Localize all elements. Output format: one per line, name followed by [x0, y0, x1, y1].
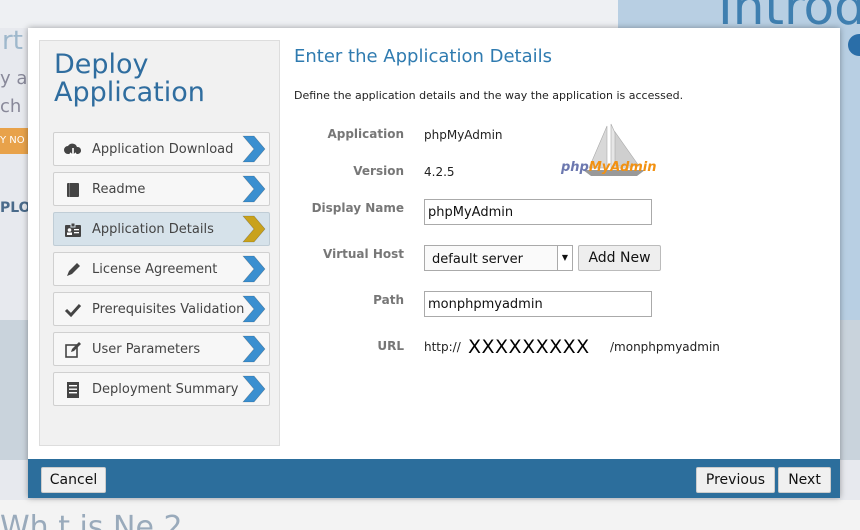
background-text: y a	[0, 68, 28, 89]
wizard-step-prerequisites-validation[interactable]: Prerequisites Validation	[53, 292, 270, 326]
wizard-sidebar: Deploy Application Application Download R…	[39, 40, 280, 446]
wizard-step-label: Readme	[92, 182, 146, 197]
application-label: Application	[327, 127, 404, 141]
wizard-title: Deploy Application	[54, 51, 224, 107]
id-card-icon	[64, 221, 82, 239]
virtual-host-label: Virtual Host	[323, 247, 404, 261]
url-suffix: /monphpmyadmin	[610, 340, 720, 354]
list-document-icon	[64, 381, 82, 399]
deploy-application-dialog: Deploy Application Application Download R…	[28, 28, 840, 498]
background-text: PLO	[0, 200, 31, 216]
checkmark-icon	[64, 301, 82, 319]
dialog-footer: Cancel Previous Next	[28, 459, 840, 498]
url-prefix: http://	[424, 340, 461, 354]
next-button[interactable]: Next	[778, 467, 831, 493]
wizard-step-label: License Agreement	[92, 262, 218, 277]
wizard-title-text: Deploy Application	[54, 49, 205, 108]
wizard-step-readme[interactable]: Readme	[53, 172, 270, 206]
wizard-step-label: Application Details	[92, 222, 214, 237]
chevron-right-icon	[240, 135, 266, 163]
logo-myadmin-text: MyAdmin	[588, 160, 657, 175]
url-label: URL	[377, 339, 404, 353]
background-text: rt	[2, 26, 23, 56]
application-value: phpMyAdmin	[424, 128, 503, 142]
wizard-step-label: Application Download	[92, 142, 234, 157]
path-input[interactable]: monphpmyadmin	[424, 291, 652, 317]
background-bottom-text: Wh t is Ne 2	[0, 510, 183, 530]
chevron-right-icon	[240, 255, 266, 283]
pen-icon	[64, 261, 82, 279]
url-masked-host: XXXXXXXXX	[468, 336, 590, 358]
dropdown-arrow-icon[interactable]: ▼	[557, 246, 572, 270]
wizard-step-label: Prerequisites Validation	[92, 302, 245, 317]
phpmyadmin-logo: phpMyAdmin	[561, 122, 661, 182]
chevron-right-icon	[240, 375, 266, 403]
add-new-button[interactable]: Add New	[578, 245, 661, 271]
wizard-step-application-download[interactable]: Application Download	[53, 132, 270, 166]
virtual-host-value: default server	[432, 252, 524, 267]
chevron-right-icon	[240, 175, 266, 203]
wizard-step-application-details[interactable]: Application Details	[53, 212, 270, 246]
book-icon	[64, 181, 82, 199]
version-value: 4.2.5	[424, 165, 455, 179]
chevron-right-icon	[240, 335, 266, 363]
chevron-right-icon	[240, 295, 266, 323]
display-name-input[interactable]: phpMyAdmin	[424, 199, 652, 225]
previous-button[interactable]: Previous	[696, 467, 775, 493]
edit-icon	[64, 341, 82, 359]
path-label: Path	[373, 293, 404, 307]
cancel-button[interactable]: Cancel	[41, 467, 106, 493]
wizard-step-label: Deployment Summary	[92, 382, 239, 397]
wizard-step-license-agreement[interactable]: License Agreement	[53, 252, 270, 286]
version-label: Version	[353, 164, 404, 178]
wizard-step-deployment-summary[interactable]: Deployment Summary	[53, 372, 270, 406]
page-description: Define the application details and the w…	[294, 89, 684, 102]
wizard-step-label: User Parameters	[92, 342, 201, 357]
wizard-step-user-parameters[interactable]: User Parameters	[53, 332, 270, 366]
chevron-right-icon	[240, 215, 266, 243]
background-text: ch	[0, 96, 22, 117]
display-name-label: Display Name	[311, 201, 404, 215]
cloud-download-icon	[64, 141, 82, 159]
logo-php-text: php	[561, 160, 589, 175]
page-title: Enter the Application Details	[294, 46, 552, 67]
virtual-host-select[interactable]: default server ▼	[424, 245, 573, 271]
